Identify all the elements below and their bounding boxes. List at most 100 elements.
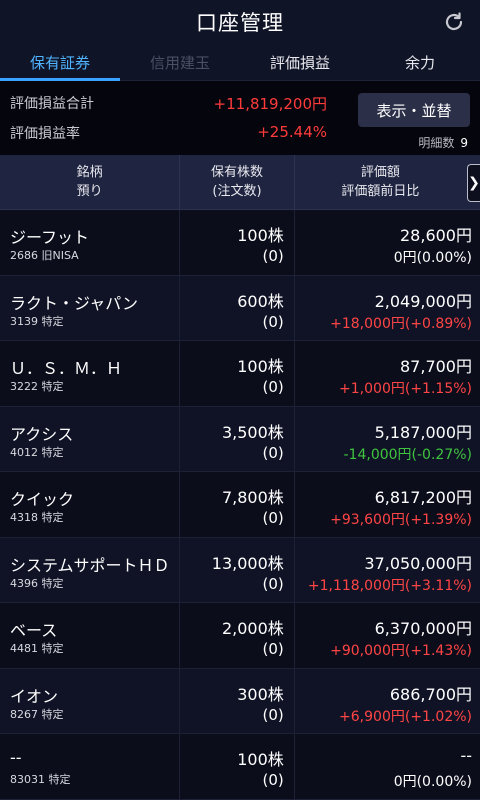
valuation-amount: 37,050,000円 <box>364 553 472 573</box>
day-change: -14,000円(-0.27%) <box>343 446 473 463</box>
shares-held: 3,500株 <box>221 422 284 442</box>
shares-cell: 7,800株 (0) <box>180 472 295 537</box>
security-code-account: 4318 特定 <box>10 511 64 524</box>
table-header: 銘柄 預り 保有株数 (注文数) 評価額 評価額前日比 ❯ <box>0 155 480 210</box>
pl-total-value: +11,819,200円 <box>213 95 327 113</box>
header-shares-label: 保有株数 <box>210 165 263 180</box>
header-shares: 保有株数 (注文数) <box>180 155 295 209</box>
tab-buying-power[interactable]: 余力 <box>360 44 480 80</box>
order-count: (0) <box>262 312 284 331</box>
header-security-label: 銘柄 <box>76 165 103 180</box>
security-name: Ｕ．Ｓ．Ｍ．Ｈ <box>10 359 123 378</box>
item-count: 明細数 9 <box>418 134 468 151</box>
security-name: システムサポートＨＤ <box>10 555 170 575</box>
valuation-cell: 6,817,200円 +93,600円(+1.39%) <box>295 472 480 537</box>
security-cell: クイック 4318 特定 <box>0 472 181 537</box>
table-row[interactable]: Ｕ．Ｓ．Ｍ．Ｈ 3222 特定 100株 (0) 87,700円 +1,000円(+1.1… <box>0 341 480 407</box>
shares-held: 100株 <box>237 750 284 769</box>
day-change: 0円(0.00%) <box>393 250 472 266</box>
day-change: +6,900円(+1.02%) <box>339 708 472 725</box>
security-name: イオン <box>10 686 59 706</box>
header-valuation: 評価額 評価額前日比 ❯ <box>295 155 480 209</box>
shares-held: 2,000株 <box>221 619 284 638</box>
table-row[interactable]: アクシス 4012 特定 3,500株 (0) 5,187,000円 -14,000円(-… <box>0 406 480 472</box>
day-change: +90,000円(+1.43%) <box>330 643 472 659</box>
display-sort-button[interactable]: 表示・並替 <box>358 93 470 127</box>
shares-cell: 2,000株 (0) <box>180 603 295 668</box>
order-count: (0) <box>262 771 284 789</box>
security-code-account: 4012 特定 <box>10 445 64 459</box>
day-change: 0円(0.00%) <box>393 774 472 790</box>
security-name: -- <box>10 748 22 767</box>
valuation-cell: 87,700円 +1,000円(+1.15%) <box>295 341 480 406</box>
header-day-change-label: 評価額前日比 <box>341 184 420 199</box>
app-header: 口座管理 <box>0 0 480 44</box>
security-code-account: 3139 特定 <box>10 314 64 328</box>
shares-cell: 13,000株 (0) <box>180 537 295 602</box>
security-name: ラクト・ジャパン <box>10 293 139 313</box>
header-custody-label: 預り <box>76 184 103 199</box>
holdings-list: ジーフット 2686 旧NISA 100株 (0) 28,600円 0円(0.00%) ラク… <box>0 210 480 800</box>
table-row[interactable]: クイック 4318 特定 7,800株 (0) 6,817,200円 +93,600円(+… <box>0 472 480 538</box>
security-code-account: 4481 特定 <box>10 642 64 655</box>
security-code-account: 83031 特定 <box>10 773 71 786</box>
shares-held: 7,800株 <box>221 488 284 507</box>
security-code-account: 3222 特定 <box>10 380 64 393</box>
order-count: (0) <box>262 509 284 527</box>
valuation-amount: 28,600円 <box>400 226 472 245</box>
order-count: (0) <box>262 640 284 658</box>
valuation-amount: 6,370,000円 <box>374 619 472 638</box>
shares-cell: 300株 (0) <box>180 668 295 733</box>
chevron-right-icon: ❯ <box>468 174 480 191</box>
order-count: (0) <box>262 705 284 724</box>
valuation-cell: 6,370,000円 +90,000円(+1.43%) <box>295 603 480 668</box>
order-count: (0) <box>262 574 284 593</box>
security-name: ジーフット <box>10 228 90 247</box>
valuation-amount: 87,700円 <box>400 357 472 376</box>
order-count: (0) <box>262 247 284 265</box>
security-cell: Ｕ．Ｓ．Ｍ．Ｈ 3222 特定 <box>0 341 181 406</box>
shares-cell: 100株 (0) <box>180 210 295 275</box>
order-count: (0) <box>262 443 284 462</box>
pl-summary: 評価損益合計 +11,819,200円 評価損益率 +25.44% 表示・並替 … <box>0 81 480 155</box>
day-change: +93,600円(+1.39%) <box>330 512 472 528</box>
shares-held: 100株 <box>237 357 284 376</box>
security-name: クイック <box>10 490 75 509</box>
header-valuation-label: 評価額 <box>360 165 400 180</box>
header-security: 銘柄 預り <box>0 155 181 209</box>
table-row[interactable]: -- 83031 特定 100株 (0) -- 0円(0.00%) <box>0 734 480 800</box>
table-row[interactable]: システムサポートＨＤ 4396 特定 13,000株 (0) 37,050,000円 +1… <box>0 537 480 603</box>
security-name: アクシス <box>10 424 74 444</box>
header-orders-label: (注文数) <box>212 184 262 199</box>
valuation-amount: 6,817,200円 <box>374 488 472 507</box>
next-columns-button[interactable]: ❯ <box>467 164 480 202</box>
shares-held: 300株 <box>237 684 284 704</box>
day-change: +18,000円(+0.89%) <box>330 315 472 332</box>
security-code-account: 2686 旧NISA <box>10 249 79 262</box>
page-title: 口座管理 <box>196 11 284 35</box>
security-cell: イオン 8267 特定 <box>0 668 181 733</box>
day-change: +1,118,000円(+3.11%) <box>307 577 472 594</box>
table-row[interactable]: ジーフット 2686 旧NISA 100株 (0) 28,600円 0円(0.00%) <box>0 210 480 276</box>
day-change: +1,000円(+1.15%) <box>339 381 472 397</box>
shares-cell: 3,500株 (0) <box>180 406 295 471</box>
security-name: ベース <box>10 621 58 640</box>
shares-cell: 600株 (0) <box>180 275 295 340</box>
table-row[interactable]: イオン 8267 特定 300株 (0) 686,700円 +6,900円(+1.02%) <box>0 668 480 734</box>
table-row[interactable]: ラクト・ジャパン 3139 特定 600株 (0) 2,049,000円 +18,000円… <box>0 275 480 341</box>
pl-total-label: 評価損益合計 <box>10 96 94 112</box>
valuation-cell: 37,050,000円 +1,118,000円(+3.11%) <box>295 538 480 603</box>
tab-holdings[interactable]: 保有証券 <box>0 44 120 81</box>
refresh-icon[interactable] <box>442 10 466 34</box>
valuation-amount: 2,049,000円 <box>374 291 472 311</box>
shares-held: 100株 <box>237 226 284 245</box>
pl-rate-label: 評価損益率 <box>10 126 80 142</box>
valuation-amount: 5,187,000円 <box>374 422 472 442</box>
tab-valuation-pl[interactable]: 評価損益 <box>240 44 360 80</box>
valuation-amount: -- <box>460 746 472 765</box>
tab-margin-positions[interactable]: 信用建玉 <box>120 44 240 80</box>
security-cell: ベース 4481 特定 <box>0 603 181 668</box>
valuation-cell: 28,600円 0円(0.00%) <box>295 210 480 275</box>
table-row[interactable]: ベース 4481 特定 2,000株 (0) 6,370,000円 +90,000円(+1… <box>0 603 480 669</box>
shares-held: 13,000株 <box>211 553 284 573</box>
